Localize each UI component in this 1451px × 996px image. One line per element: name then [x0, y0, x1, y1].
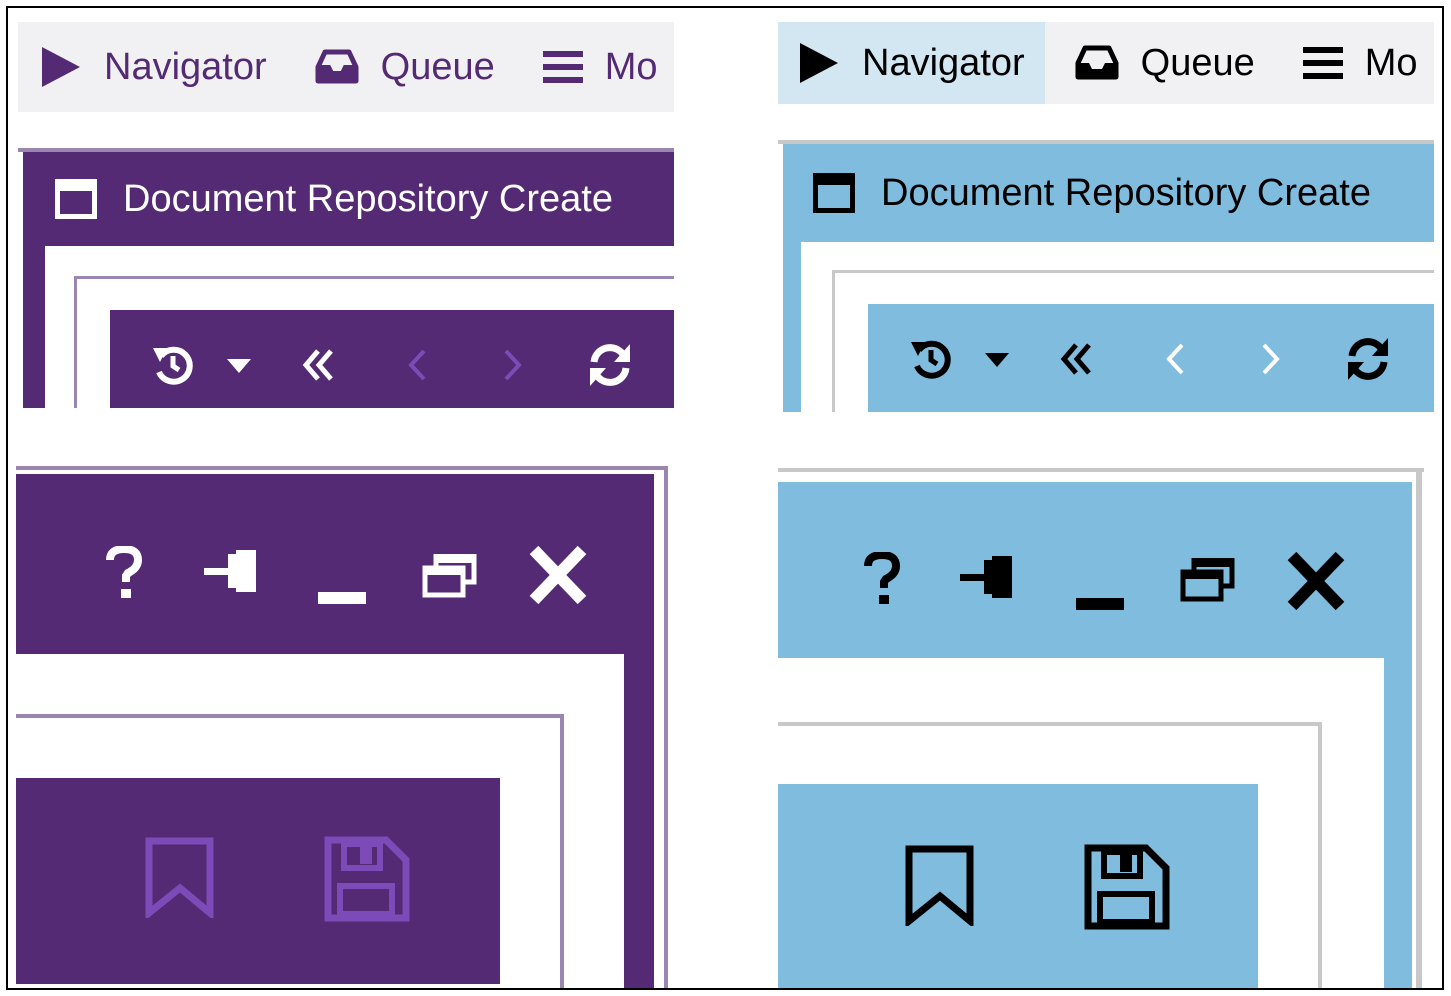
refresh-icon[interactable] — [586, 342, 634, 388]
purple-inner-border-top — [16, 714, 564, 718]
navbar-item-label: Queue — [380, 45, 495, 88]
chevron-right-icon[interactable] — [502, 348, 524, 382]
blue-window-controls-bar — [778, 482, 1412, 658]
purple-action-bar — [16, 778, 500, 984]
play-icon — [40, 45, 82, 89]
navbar-item-navigator[interactable]: Navigator — [778, 22, 1045, 104]
menu-icon — [1302, 45, 1343, 81]
navbar-item-label: Mo — [604, 45, 658, 88]
navbar-item-queue[interactable]: Queue — [1045, 22, 1255, 104]
window-icon — [55, 179, 97, 219]
purple-toolbar — [110, 310, 674, 408]
bookmark-icon[interactable] — [144, 836, 216, 918]
purple-navbar: Navigator Queue Mo — [18, 22, 674, 112]
minimize-icon[interactable] — [1076, 598, 1124, 612]
inbox-icon — [315, 49, 359, 85]
close-icon[interactable] — [1286, 552, 1346, 610]
restore-icon[interactable] — [1180, 558, 1236, 602]
navbar-item-label: Navigator — [104, 45, 267, 88]
navbar-item-label: Navigator — [862, 41, 1025, 84]
purple-outer-border-right — [664, 466, 668, 988]
blue-top-panel: Navigator Queue Mo Document Repository C… — [778, 20, 1434, 412]
inbox-icon — [1075, 45, 1119, 81]
purple-bottom-panel — [16, 466, 676, 988]
history-icon[interactable] — [908, 336, 954, 382]
navbar-item-more[interactable]: Mo — [1255, 22, 1418, 104]
pin-icon[interactable] — [204, 548, 260, 594]
restore-icon[interactable] — [422, 554, 478, 598]
play-icon — [798, 41, 840, 85]
purple-window-titlebar: Document Repository Create — [23, 152, 674, 246]
purple-outer-border-top — [16, 466, 668, 470]
blue-inner-left-border — [832, 270, 835, 412]
caret-down-icon[interactable] — [226, 358, 252, 374]
save-icon[interactable] — [324, 836, 410, 922]
blue-inner-border-top — [778, 722, 1322, 726]
window-icon — [813, 173, 855, 213]
window-title: Document Repository Create — [123, 177, 613, 220]
purple-inner-border — [74, 276, 674, 279]
comparison-frame: Navigator Queue Mo Document Repository C… — [6, 6, 1444, 990]
double-chevron-left-icon[interactable] — [302, 348, 334, 382]
chevron-left-icon[interactable] — [406, 348, 428, 382]
purple-window-controls-bar — [16, 474, 654, 654]
navbar-item-more[interactable]: Mo — [495, 22, 658, 112]
blue-navbar: Navigator Queue Mo — [778, 22, 1434, 104]
blue-bottom-panel — [778, 468, 1434, 988]
minimize-icon[interactable] — [318, 592, 366, 606]
window-title: Document Repository Create — [881, 171, 1371, 214]
caret-down-icon[interactable] — [984, 352, 1010, 368]
save-icon[interactable] — [1084, 844, 1170, 930]
purple-inner-border-right — [560, 714, 564, 988]
refresh-icon[interactable] — [1344, 336, 1392, 382]
help-icon[interactable] — [104, 546, 144, 600]
blue-toolbar — [868, 304, 1434, 412]
menu-icon — [542, 49, 583, 85]
navbar-item-label: Mo — [1364, 41, 1418, 84]
blue-inner-border — [832, 270, 1434, 273]
history-icon[interactable] — [150, 342, 196, 388]
blue-action-bar — [778, 784, 1258, 988]
double-chevron-left-icon[interactable] — [1060, 342, 1092, 376]
blue-window-right-border — [1384, 658, 1412, 988]
blue-inner-border-right — [1318, 722, 1322, 988]
close-icon[interactable] — [528, 546, 588, 604]
blue-outer-border-right — [1416, 468, 1422, 988]
navbar-item-navigator[interactable]: Navigator — [18, 22, 267, 112]
blue-window-left-border — [783, 242, 801, 412]
chevron-right-icon[interactable] — [1260, 342, 1282, 376]
bookmark-icon[interactable] — [904, 844, 976, 926]
purple-window-right-border — [624, 654, 654, 988]
pin-icon[interactable] — [960, 554, 1016, 600]
navbar-item-queue[interactable]: Queue — [267, 22, 495, 112]
help-icon[interactable] — [862, 552, 902, 606]
chevron-left-icon[interactable] — [1164, 342, 1186, 376]
blue-window-titlebar: Document Repository Create — [783, 144, 1434, 242]
navbar-item-label: Queue — [1140, 41, 1255, 84]
purple-window-left-border — [23, 246, 45, 408]
blue-outer-border-top — [778, 468, 1424, 472]
purple-inner-left-border — [74, 276, 77, 408]
purple-top-panel: Navigator Queue Mo Document Repository C… — [18, 20, 674, 408]
